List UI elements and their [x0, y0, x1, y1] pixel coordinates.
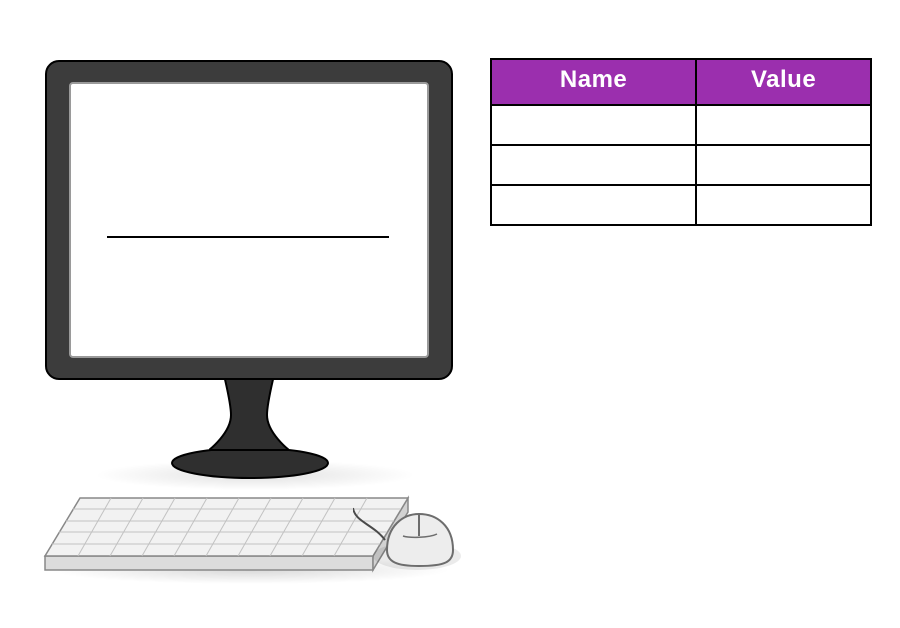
cell-name: [491, 185, 696, 225]
cell-name: [491, 145, 696, 185]
cell-value: [696, 145, 871, 185]
cell-value: [696, 105, 871, 145]
column-header-value: Value: [696, 59, 871, 105]
column-header-name: Name: [491, 59, 696, 105]
cell-value: [696, 185, 871, 225]
table-row: [491, 145, 871, 185]
mouse-icon: [353, 500, 473, 578]
monitor-screen: [69, 82, 429, 358]
table-row: [491, 105, 871, 145]
name-value-table: Name Value: [490, 58, 872, 226]
table-row: [491, 185, 871, 225]
screen-divider-line: [107, 236, 389, 238]
table-header-row: Name Value: [491, 59, 871, 105]
computer-illustration: [35, 60, 485, 610]
cell-name: [491, 105, 696, 145]
